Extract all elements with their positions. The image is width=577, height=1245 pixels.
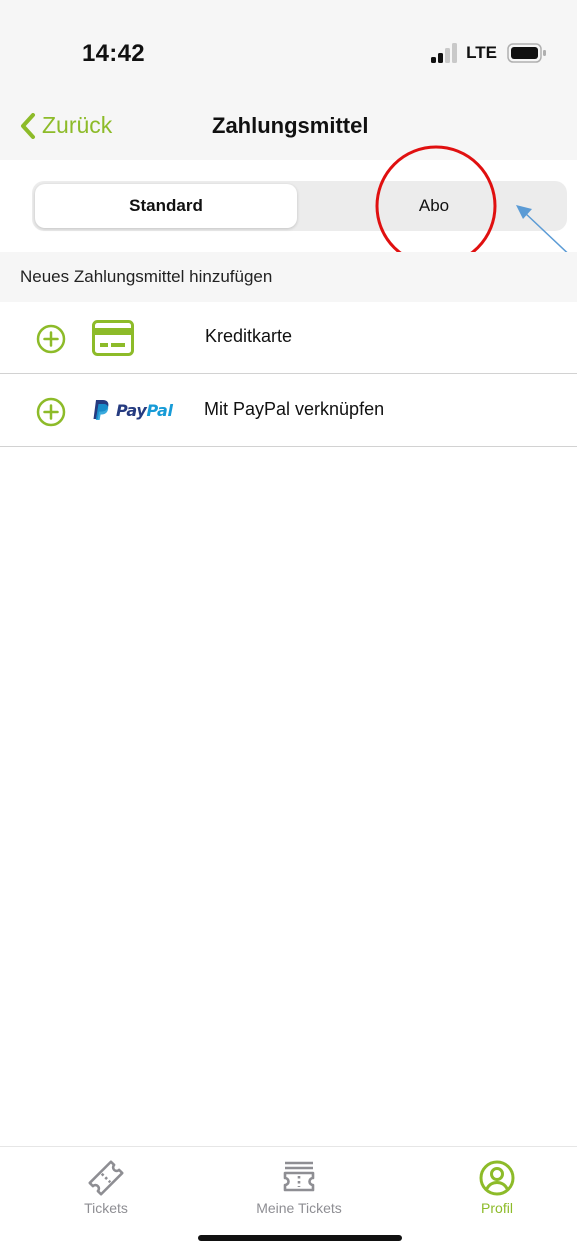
paypal-logo: PayPal xyxy=(92,399,173,421)
add-circle-icon[interactable] xyxy=(36,324,66,354)
status-time: 14:42 xyxy=(82,40,145,67)
battery-icon xyxy=(507,43,546,63)
chevron-left-icon xyxy=(21,112,35,139)
tab-tickets[interactable]: Tickets xyxy=(31,1147,181,1219)
add-paypal-row[interactable]: PayPal Mit PayPal verknüpfen xyxy=(0,375,577,447)
section-title: Neues Zahlungsmittel hinzufügen xyxy=(20,267,273,286)
credit-card-label: Kreditkarte xyxy=(205,326,293,346)
segmented-control: Standard Abo xyxy=(32,181,567,231)
paypal-label: Mit PayPal verknüpfen xyxy=(204,399,385,419)
add-credit-card-row[interactable]: Kreditkarte xyxy=(0,302,577,374)
network-label: LTE xyxy=(466,43,497,62)
status-bar: 14:42 LTE xyxy=(0,0,577,100)
back-button[interactable]: Zurück xyxy=(20,112,112,139)
segment-abo[interactable]: Abo xyxy=(304,184,564,228)
tab-meine-tickets[interactable]: Meine Tickets xyxy=(224,1147,374,1219)
tab-label: Profil xyxy=(481,1200,513,1216)
navigation-bar: Zurück Zahlungsmittel xyxy=(0,100,577,158)
add-circle-icon[interactable] xyxy=(36,397,66,427)
tab-profil[interactable]: Profil xyxy=(422,1147,572,1219)
paypal-p-icon xyxy=(93,400,109,420)
tab-label: Meine Tickets xyxy=(256,1200,342,1216)
back-label: Zurück xyxy=(42,112,113,138)
ticket-icon xyxy=(88,1160,124,1196)
segment-standard[interactable]: Standard xyxy=(35,184,297,228)
tab-bar: Tickets Meine Tickets Profil xyxy=(0,1146,577,1218)
paypal-wordmark: PayPal xyxy=(116,400,173,420)
credit-card-icon xyxy=(92,320,134,356)
signal-icon xyxy=(431,43,458,63)
section-header: Neues Zahlungsmittel hinzufügen xyxy=(0,252,577,302)
profile-icon xyxy=(479,1160,515,1196)
page-title: Zahlungsmittel xyxy=(212,113,369,138)
tab-label: Tickets xyxy=(84,1200,128,1216)
status-indicators: LTE xyxy=(430,40,547,66)
ticket-stack-icon xyxy=(283,1161,315,1192)
home-indicator xyxy=(198,1235,402,1241)
